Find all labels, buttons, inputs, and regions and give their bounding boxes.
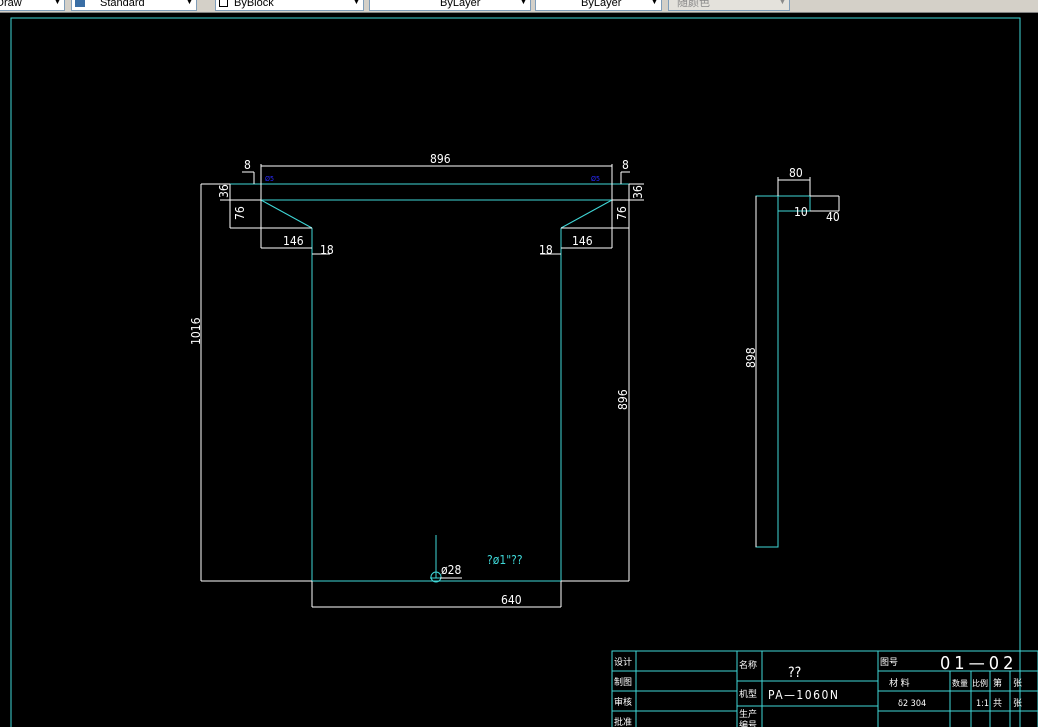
- label-qty: 数量: [952, 678, 968, 688]
- label-total-2: 张: [1013, 698, 1022, 709]
- dim-side-width: 80: [789, 166, 803, 180]
- dimension-texts: 896 8 8 36 36 76 76 146 146 18 18 1016 8…: [189, 152, 645, 607]
- name-value: ??: [788, 665, 801, 681]
- material-value: δ2 304: [898, 699, 926, 709]
- label-prod: 生产: [739, 708, 757, 720]
- dim-right-height: 896: [616, 389, 630, 410]
- dim-left-height: 1016: [189, 317, 203, 345]
- top-flange: [229, 183, 630, 201]
- dim-side-40: 40: [826, 210, 840, 224]
- blue-marker-right: Ø5: [591, 175, 600, 183]
- dim-left-146: 146: [283, 234, 304, 248]
- dim-right-146: 146: [572, 234, 593, 248]
- blue-marker-left: Ø5: [265, 175, 274, 183]
- dim-side-height: 898: [744, 347, 758, 368]
- dim-hole-dia: ø28: [441, 563, 461, 577]
- left-chamfer-line: [260, 199, 313, 229]
- label-prod-2: 编号: [739, 719, 757, 727]
- label-model: 机型: [739, 688, 757, 700]
- drawing-canvas[interactable]: Ø5 Ø5 896 8 8 36 36 76 76 146 146 18 18 …: [0, 0, 1038, 727]
- side-view: [755, 195, 811, 548]
- dim-left-76: 76: [233, 206, 247, 220]
- dimension-lines: [200, 164, 644, 608]
- side-dimension-lines: [755, 177, 840, 547]
- label-total: 共: [993, 698, 1002, 709]
- label-draw: 制图: [614, 676, 632, 688]
- label-review: 审核: [614, 696, 632, 708]
- side-plate: [755, 195, 779, 548]
- drawing-frame: [10, 17, 1021, 727]
- dim-left-36: 36: [217, 184, 231, 198]
- dim-top-width: 896: [430, 152, 451, 166]
- right-chamfer-line: [560, 199, 613, 229]
- note-text: ?ø1"??: [487, 553, 523, 567]
- dim-right-18: 18: [539, 243, 553, 257]
- dim-right-36: 36: [631, 185, 645, 199]
- label-scale: 比例: [972, 678, 988, 688]
- label-approve: 批准: [614, 716, 632, 727]
- label-name: 名称: [739, 659, 757, 671]
- label-drawing-no: 图号: [880, 657, 898, 668]
- label-sheet-2: 张: [1013, 678, 1022, 689]
- dim-side-10: 10: [794, 205, 808, 219]
- dim-top-left-inset: 8: [244, 158, 251, 172]
- scale-value: 1:1: [976, 699, 989, 709]
- blue-markers: Ø5 Ø5: [265, 175, 600, 183]
- label-design: 设计: [614, 656, 632, 668]
- drawing-no-value: 01—02: [940, 653, 1017, 674]
- dim-right-76: 76: [615, 206, 629, 220]
- label-sheet: 第: [993, 677, 1002, 689]
- dim-bottom-width: 640: [501, 593, 522, 607]
- dim-top-right-inset: 8: [622, 158, 629, 172]
- label-material: 材 料: [889, 677, 910, 689]
- dim-left-18: 18: [320, 243, 334, 257]
- model-value: PA—1060N: [768, 688, 839, 702]
